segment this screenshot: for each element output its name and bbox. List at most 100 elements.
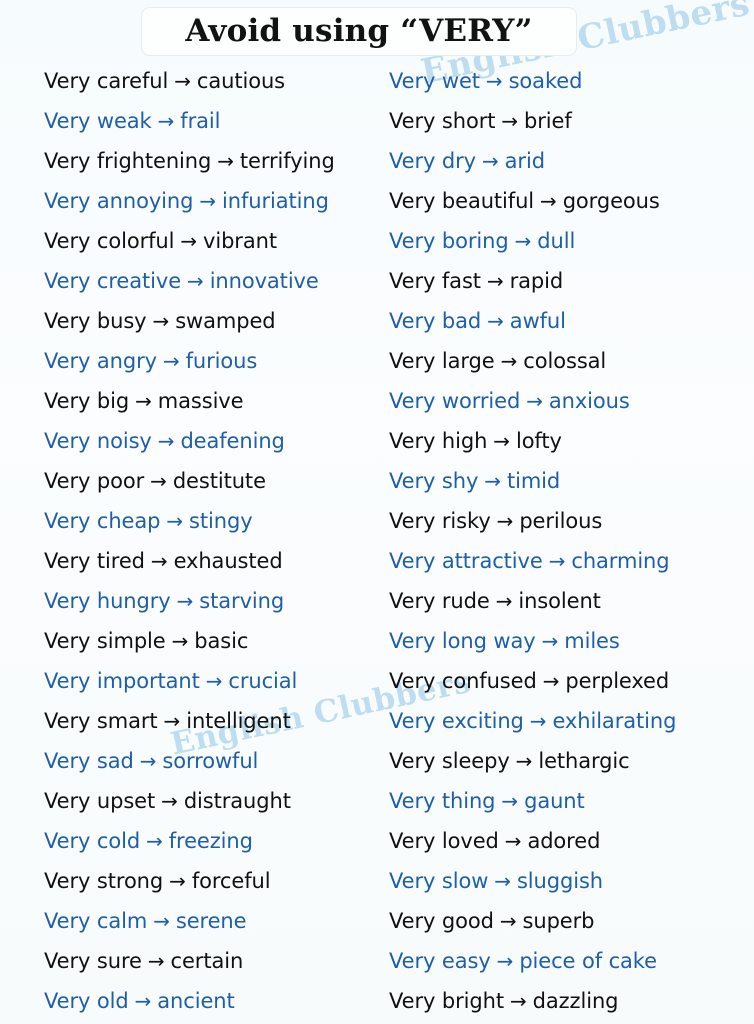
very-phrase: Very simple (44, 629, 166, 653)
arrow-right-icon: → (152, 309, 170, 333)
synonym-word: insolent (518, 589, 601, 613)
arrow-right-icon: → (548, 549, 566, 573)
synonym-entry: Very important → crucial (44, 661, 414, 701)
arrow-right-icon: → (139, 749, 157, 773)
synonym-word: dazzling (532, 989, 619, 1013)
very-phrase: Very noisy (44, 429, 152, 453)
synonym-word: terrifying (239, 149, 335, 173)
right-column: Very wet → soaked Very short → brief Very dry →… (389, 61, 754, 1021)
arrow-right-icon: → (501, 109, 519, 133)
very-phrase: Very good (389, 909, 494, 933)
synonym-entry: Very slow → sluggish (389, 861, 754, 901)
synonym-entry: Very annoying → infuriating (44, 181, 414, 221)
very-phrase: Very sad (44, 749, 134, 773)
synonym-word: crucial (228, 669, 298, 693)
very-phrase: Very creative (44, 269, 182, 293)
very-phrase: Very confused (389, 669, 537, 693)
synonym-word: starving (199, 589, 285, 613)
synonym-entry: Very large → colossal (389, 341, 754, 381)
very-phrase: Very exciting (389, 709, 524, 733)
arrow-right-icon: → (515, 749, 533, 773)
synonym-word: intelligent (186, 709, 291, 733)
arrow-right-icon: → (500, 349, 518, 373)
synonym-entry: Very high → lofty (389, 421, 754, 461)
arrow-right-icon: → (174, 69, 191, 93)
very-phrase: Very colorful (44, 229, 175, 253)
synonym-word: certain (170, 949, 244, 973)
arrow-right-icon: → (157, 429, 175, 453)
very-phrase: Very weak (44, 109, 152, 133)
synonym-word: adored (527, 829, 601, 853)
synonym-entry: Very sure → certain (44, 941, 414, 981)
synonym-entry: Very bad → awful (389, 301, 754, 341)
title-banner: Avoid using “VERY” (141, 7, 577, 56)
arrow-right-icon: → (150, 469, 167, 493)
arrow-right-icon: → (541, 629, 559, 653)
arrow-right-icon: → (496, 509, 514, 533)
synonym-entry: Very busy → swamped (44, 301, 414, 341)
synonym-word: innovative (209, 269, 319, 293)
synonym-entry: Very noisy → deafening (44, 421, 414, 461)
very-phrase: Very loved (389, 829, 499, 853)
synonym-word: deafening (180, 429, 285, 453)
synonym-word: exhilarating (552, 709, 677, 733)
very-phrase: Very old (44, 989, 129, 1013)
arrow-right-icon: → (485, 69, 503, 93)
very-phrase: Very attractive (389, 549, 543, 573)
synonym-entry: Very sad → sorrowful (44, 741, 414, 781)
arrow-right-icon: → (171, 629, 189, 653)
very-phrase: Very short (389, 109, 496, 133)
very-phrase: Very large (389, 349, 495, 373)
synonym-word: furious (185, 349, 258, 373)
arrow-right-icon: → (486, 269, 504, 293)
synonym-entry: Very thing → gaunt (389, 781, 754, 821)
synonym-word: basic (194, 629, 249, 653)
very-phrase: Very risky (389, 509, 491, 533)
synonym-columns: Very careful → cautious Very weak → frail Very… (0, 61, 754, 1024)
synonym-entry: Very weak → frail (44, 101, 414, 141)
synonym-word: destitute (172, 469, 266, 493)
synonym-entry: Very hungry → starving (44, 581, 414, 621)
synonym-entry: Very loved → adored (389, 821, 754, 861)
synonym-entry: Very colorful → vibrant (44, 221, 414, 261)
very-phrase: Very boring (389, 229, 509, 253)
very-phrase: Very bright (389, 989, 504, 1013)
synonym-entry: Very strong → forceful (44, 861, 414, 901)
arrow-right-icon: → (493, 429, 510, 453)
very-phrase: Very fast (389, 269, 481, 293)
synonym-word: exhausted (173, 549, 283, 573)
synonym-word: piece of cake (519, 949, 657, 973)
synonym-word: forceful (191, 869, 271, 893)
arrow-right-icon: → (161, 789, 178, 813)
synonym-entry: Very old → ancient (44, 981, 414, 1021)
very-phrase: Very rude (389, 589, 490, 613)
very-phrase: Very worried (389, 389, 521, 413)
very-phrase: Very upset (44, 789, 156, 813)
synonym-word: ancient (157, 989, 235, 1013)
synonym-entry: Very good → superb (389, 901, 754, 941)
synonym-word: stingy (189, 509, 253, 533)
synonym-entry: Very short → brief (389, 101, 754, 141)
arrow-right-icon: → (496, 949, 514, 973)
synonym-entry: Very calm → serene (44, 901, 414, 941)
very-phrase: Very shy (389, 469, 479, 493)
synonym-entry: Very cheap → stingy (44, 501, 414, 541)
very-phrase: Very cold (44, 829, 141, 853)
very-phrase: Very slow (389, 869, 489, 893)
arrow-right-icon: → (217, 149, 234, 173)
arrow-right-icon: → (514, 229, 532, 253)
very-phrase: Very high (389, 429, 488, 453)
arrow-right-icon: → (163, 709, 181, 733)
synonym-entry: Very creative → innovative (44, 261, 414, 301)
arrow-right-icon: → (180, 229, 198, 253)
synonym-entry: Very boring → dull (389, 221, 754, 261)
arrow-right-icon: → (150, 549, 168, 573)
arrow-right-icon: → (509, 989, 527, 1013)
synonym-word: gorgeous (562, 189, 660, 213)
synonym-entry: Very big → massive (44, 381, 414, 421)
very-phrase: Very annoying (44, 189, 194, 213)
synonym-word: vibrant (203, 229, 277, 253)
synonym-word: swamped (175, 309, 276, 333)
synonym-entry: Very smart → intelligent (44, 701, 414, 741)
arrow-right-icon: → (157, 109, 175, 133)
